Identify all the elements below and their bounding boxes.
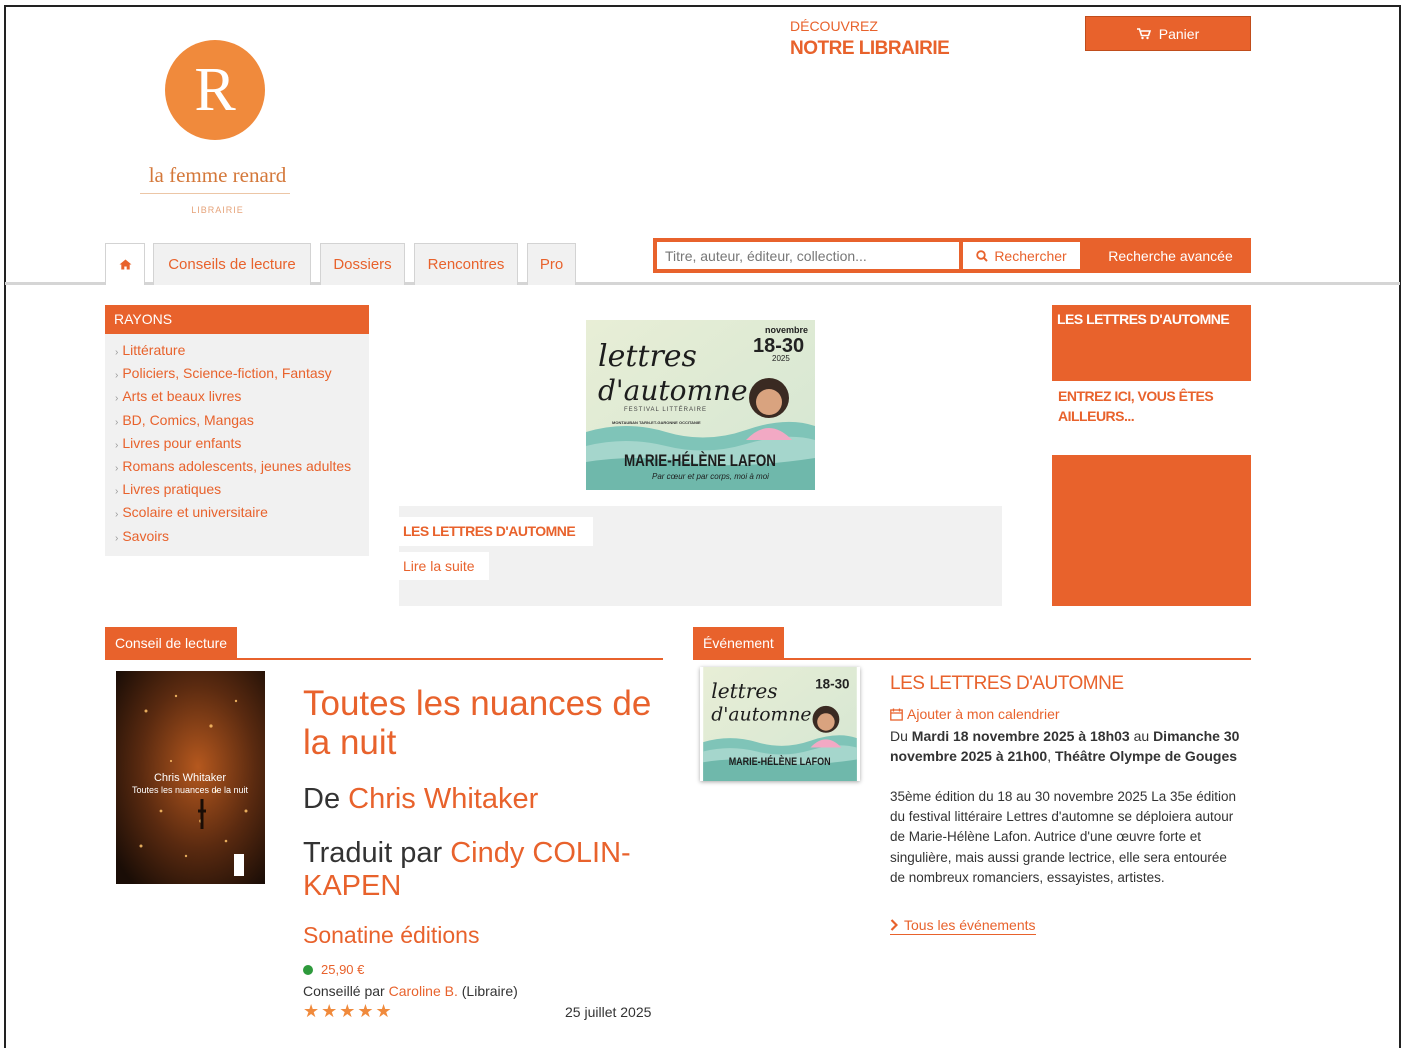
rayon-item[interactable]: › Livres pour enfants — [115, 433, 359, 456]
rayon-item[interactable]: › BD, Comics, Mangas — [115, 410, 359, 433]
event-poster-author: MARIE-HÉLÈNE LAFON — [729, 755, 831, 768]
slide-title[interactable]: LES LETTRES D'AUTOMNE — [399, 517, 593, 546]
bullet-icon: › — [115, 532, 119, 544]
tab-conseils-de-lecture[interactable]: Conseils de lecture — [153, 243, 311, 285]
advised-by: Conseillé par Caroline B. (Libraire) — [303, 983, 518, 999]
poster-author: MARIE-HÉLÈNE LAFON — [624, 451, 776, 470]
poster-month: novembre — [765, 325, 808, 335]
logo-icon[interactable]: R — [165, 40, 265, 140]
bullet-icon: › — [115, 347, 119, 358]
price-row: 25,90 € — [303, 962, 364, 977]
cart-button[interactable]: Panier — [1085, 16, 1251, 51]
promo-text: ENTREZ ICI, VOUS ÊTES AILLEURS... — [1058, 388, 1214, 424]
logo-subtitle: LIBRAIRIE — [191, 205, 244, 215]
tab-dossiers[interactable]: Dossiers — [320, 243, 405, 285]
bullet-icon: › — [115, 393, 119, 405]
book-cover-title: Toutes les nuances de la nuit — [132, 785, 249, 795]
rayon-item[interactable]: › Policiers, Science-fiction, Fantasy — [115, 363, 359, 386]
rayon-item[interactable]: › Scolaire et universitaire — [115, 502, 359, 525]
author-link[interactable]: Chris Whitaker — [348, 783, 538, 815]
publisher-link[interactable]: Sonatine éditions — [303, 922, 479, 949]
bullet-icon: › — [115, 463, 119, 475]
promo-title: LES LETTRES D'AUTOMNE — [1057, 311, 1230, 327]
bullet-icon: › — [115, 370, 119, 382]
rating-stars-icon: ★★★★★ — [303, 1001, 394, 1021]
tab-pro[interactable]: Pro — [527, 243, 576, 285]
poster-title-1: lettres — [598, 339, 697, 374]
search-icon — [976, 249, 989, 262]
add-calendar-link[interactable]: Ajouter à mon calendrier — [890, 706, 1060, 722]
bullet-icon: › — [115, 486, 119, 498]
add-calendar-label: Ajouter à mon calendrier — [907, 706, 1060, 722]
logo-name[interactable]: la femme renard — [120, 163, 315, 188]
conseil-section-line — [105, 658, 663, 660]
advanced-search-link[interactable]: Recherche avancée — [1090, 238, 1251, 273]
event-title[interactable]: LES LETTRES D'AUTOMNE — [890, 673, 1124, 695]
advisor-link[interactable]: Caroline B. — [389, 983, 458, 999]
author-prefix: De — [303, 783, 341, 815]
read-more-link[interactable]: Lire la suite — [399, 552, 489, 580]
event-poster-title-1: lettres — [711, 679, 777, 703]
logo-divider — [140, 193, 290, 194]
promo-block[interactable] — [1052, 305, 1251, 606]
home-icon — [119, 259, 131, 270]
rayons-list: › Littérature › Policiers, Science-fiction… — [105, 334, 369, 556]
book-cover-author: Chris Whitaker — [154, 772, 226, 784]
event-poster-dates: 18-30 — [815, 676, 849, 691]
calendar-icon — [890, 708, 903, 721]
rayon-item[interactable]: › Littérature — [115, 340, 359, 363]
book-cover[interactable]: Chris Whitaker Toutes les nuances de la … — [116, 671, 265, 884]
rayons-title: RAYONS — [105, 305, 369, 334]
conseil-section-title: Conseil de lecture — [105, 627, 238, 659]
search-button[interactable]: Rechercher — [962, 242, 1080, 269]
poster-tagline: Par cœur et par corps, moi à moi — [652, 472, 769, 481]
poster-festival: FESTIVAL LITTÉRAIRE — [624, 406, 707, 413]
bullet-icon: › — [115, 509, 119, 521]
book-author-line: De Chris Whitaker — [303, 783, 538, 816]
poster-place: MONTAUBAN TARN-ET-GARONNE OCCITANIE — [612, 420, 701, 425]
festival-poster[interactable]: lettres d'automne novembre 18-30 2025 FE… — [586, 320, 815, 490]
event-poster-title-2: d'automne — [711, 705, 811, 726]
rayon-item[interactable]: › Romans adolescents, jeunes adultes — [115, 456, 359, 479]
all-events-link[interactable]: Tous les événements — [890, 917, 1036, 935]
bullet-icon: › — [115, 439, 119, 451]
poster-title-2: d'automne — [598, 374, 748, 407]
search-button-label: Rechercher — [994, 247, 1067, 264]
all-events-label: Tous les événements — [904, 917, 1036, 933]
book-translator-line: Traduit par Cindy COLIN-KAPEN — [303, 837, 663, 903]
tab-home[interactable] — [105, 243, 145, 285]
poster-year: 2025 — [772, 354, 790, 363]
cart-label: Panier — [1158, 25, 1200, 42]
advice-date: 25 juillet 2025 — [565, 1004, 652, 1020]
book-price: 25,90 € — [321, 962, 365, 977]
book-title[interactable]: Toutes les nuances de la nuit — [303, 684, 663, 762]
in-stock-icon — [303, 964, 313, 975]
event-description: 35ème édition du 18 au 30 novembre 2025 … — [890, 789, 1237, 885]
search-input[interactable] — [657, 242, 959, 269]
tab-rencontres[interactable]: Rencontres — [414, 243, 518, 285]
translator-prefix: Traduit par — [303, 837, 443, 869]
cart-icon — [1136, 27, 1151, 39]
event-poster[interactable]: lettres d'automne 18-30 MARIE-HÉLÈNE LAF… — [700, 667, 860, 781]
event-venue: Théâtre Olympe de Gouges — [1055, 748, 1238, 765]
event-dates: Du Mardi 18 novembre 2025 à 18h03 au Dim… — [890, 728, 1240, 765]
notre-librairie-link[interactable]: NOTRE LIBRAIRIE — [790, 38, 950, 60]
event-section-title: Événement — [693, 627, 784, 659]
event-section-line — [693, 658, 1251, 660]
rayon-item[interactable]: › Savoirs — [115, 526, 359, 549]
bullet-icon: › — [115, 416, 119, 428]
rayon-item[interactable]: › Arts et beaux livres — [115, 386, 359, 409]
rayon-item[interactable]: › Livres pratiques — [115, 479, 359, 502]
chevron-right-icon — [890, 919, 898, 931]
decouvrez-label[interactable]: DÉCOUVREZ — [790, 18, 878, 34]
